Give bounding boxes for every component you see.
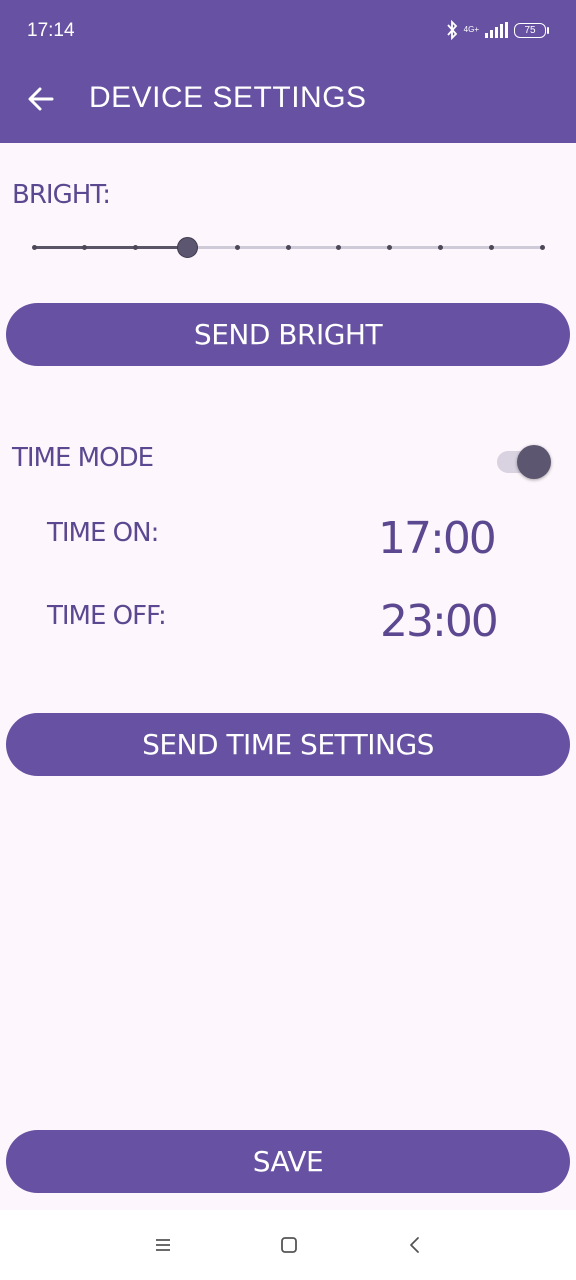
back-icon[interactable] <box>402 1232 428 1258</box>
send-time-settings-button[interactable]: SEND TIME SETTINGS <box>6 713 570 776</box>
time-off-label: TIME OFF: <box>47 601 167 631</box>
page-title: DEVICE SETTINGS <box>89 81 367 114</box>
signal-icon <box>485 22 508 38</box>
time-mode-label: TIME MODE <box>12 443 154 473</box>
bright-slider[interactable] <box>31 236 545 260</box>
slider-tick <box>387 245 393 250</box>
slider-tick <box>82 245 88 250</box>
arrow-left-icon[interactable] <box>26 84 56 114</box>
slider-tick <box>31 245 37 250</box>
slider-tick <box>488 245 494 250</box>
save-button[interactable]: SAVE <box>6 1130 570 1193</box>
bright-label: BRIGHT: <box>12 180 111 210</box>
toggle-knob <box>517 445 551 479</box>
slider-tick <box>133 245 139 250</box>
battery-level: 75 <box>524 24 536 36</box>
navigation-bar <box>0 1210 576 1280</box>
status-bar: 17:14 4G+ 75 <box>0 0 576 64</box>
time-mode-toggle[interactable] <box>497 444 554 480</box>
time-off-value[interactable]: 23:00 <box>380 596 499 647</box>
slider-tick <box>285 245 291 250</box>
status-icons: 4G+ 75 <box>446 20 549 40</box>
slider-thumb[interactable] <box>176 237 198 258</box>
bluetooth-icon <box>446 20 457 40</box>
time-on-label: TIME ON: <box>47 518 159 548</box>
network-type: 4G+ <box>463 25 479 34</box>
slider-tick <box>437 245 443 250</box>
battery-icon: 75 <box>514 22 549 38</box>
send-bright-button[interactable]: SEND BRIGHT <box>6 303 570 366</box>
status-time: 17:14 <box>27 20 75 41</box>
slider-tick <box>539 245 545 250</box>
slider-tick <box>336 245 342 250</box>
menu-icon[interactable] <box>150 1232 176 1258</box>
slider-active-track <box>34 246 187 249</box>
home-icon[interactable] <box>276 1232 302 1258</box>
time-on-value[interactable]: 17:00 <box>378 513 497 564</box>
app-bar: DEVICE SETTINGS <box>0 64 576 143</box>
slider-tick <box>234 245 240 250</box>
